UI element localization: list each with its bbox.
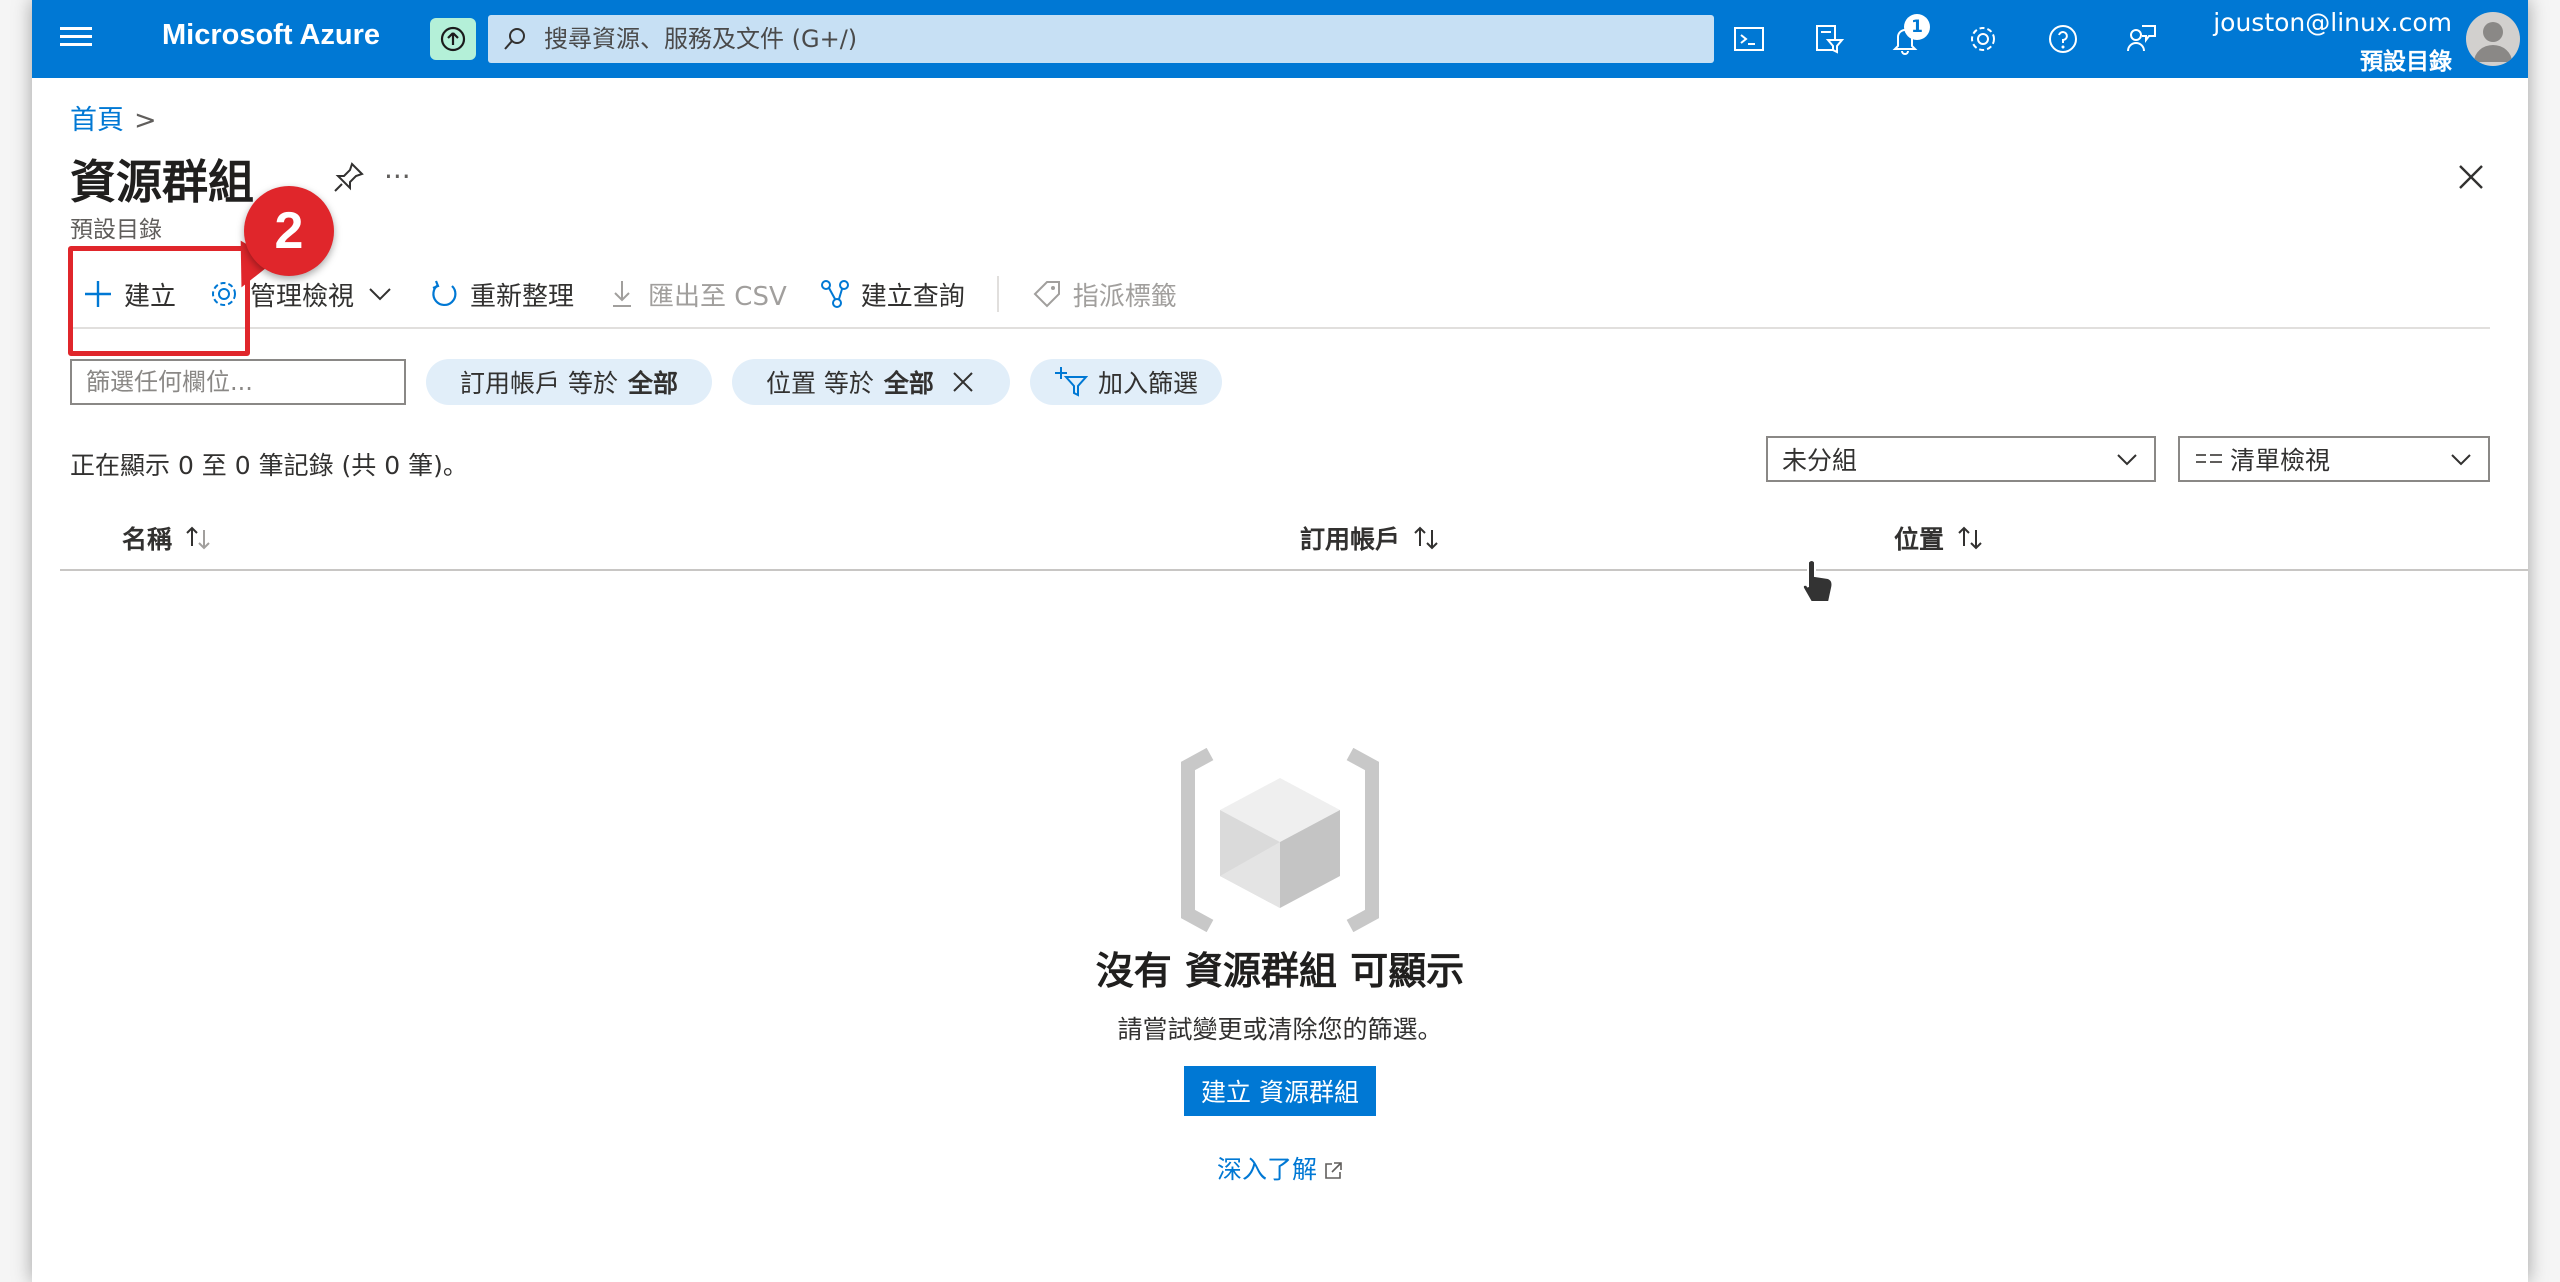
- chevron-down-icon: [2451, 454, 2471, 466]
- filter-row: 訂用帳戶 等於全部 位置 等於全部 加入篩選: [70, 358, 1242, 406]
- search-input[interactable]: [544, 25, 1644, 53]
- notification-badge: 1: [1904, 14, 1930, 40]
- column-header-label: 位置: [1894, 525, 1945, 554]
- subscription-filter-pill[interactable]: 訂用帳戶 等於 全部: [426, 359, 712, 405]
- column-header-label: 訂用帳戶: [1300, 525, 1401, 554]
- create-resource-group-button[interactable]: 建立 資源群組: [1184, 1066, 1376, 1116]
- sort-icon: [1414, 526, 1438, 550]
- open-query-label: 建立查詢: [860, 281, 965, 312]
- grouping-select-value: 未分組: [1782, 446, 1858, 475]
- add-filter-button[interactable]: 加入篩選: [1029, 359, 1222, 405]
- page-title: 資源群組: [70, 155, 254, 209]
- table-header-divider: [60, 569, 2528, 571]
- upgrade-icon[interactable]: [430, 18, 476, 60]
- subscription-filter-value: 全部: [627, 369, 678, 398]
- feedback-icon[interactable]: [2120, 18, 2162, 60]
- remove-filter-icon[interactable]: [950, 369, 976, 395]
- column-header-subscription[interactable]: 訂用帳戶: [1300, 520, 1444, 556]
- add-filter-icon: [1054, 367, 1088, 397]
- cloud-shell-icon[interactable]: [1728, 18, 1770, 60]
- location-filter-pill[interactable]: 位置 等於 全部: [731, 359, 1010, 405]
- sort-icon: [1958, 526, 1982, 550]
- top-bar: Microsoft Azure 1 jouston@linux.com 預設目錄: [32, 0, 2528, 78]
- subscription-filter-label: 訂用帳戶 等於: [460, 369, 618, 398]
- assign-tags-label: 指派標籤: [1072, 281, 1177, 312]
- empty-state-title: 沒有 資源群組 可顯示: [1095, 949, 1465, 993]
- chevron-down-icon: [2117, 454, 2137, 466]
- global-search[interactable]: [488, 15, 1714, 63]
- user-email[interactable]: jouston@linux.com: [2213, 8, 2452, 37]
- open-query-button[interactable]: 建立查詢: [819, 276, 965, 313]
- column-header-location[interactable]: 位置: [1894, 520, 1988, 556]
- refresh-icon: [432, 280, 457, 307]
- column-header-name[interactable]: 名稱: [122, 520, 216, 556]
- download-icon: [613, 281, 632, 307]
- breadcrumb-home-link[interactable]: 首頁: [70, 105, 124, 136]
- refresh-label: 重新整理: [470, 281, 575, 312]
- hand-cursor-icon: [1801, 559, 1834, 603]
- directory-filter-icon[interactable]: [1808, 18, 1850, 60]
- export-csv-label: 匯出至 CSV: [648, 281, 787, 312]
- manage-view-label: 管理檢視: [250, 281, 355, 312]
- empty-state-subtitle: 請嘗試變更或清除您的篩選。: [1117, 1015, 1443, 1044]
- external-link-icon: [1325, 1162, 1342, 1179]
- view-select-value: 清單檢視: [2230, 446, 2331, 475]
- toolbar-divider-line: [70, 327, 2490, 329]
- record-count-text: 正在顯示 0 至 0 筆記錄 (共 0 筆)。: [70, 451, 468, 480]
- resource-group-empty-icon: [1181, 748, 1379, 932]
- annotation-highlight-box: [68, 246, 250, 356]
- avatar[interactable]: [2466, 12, 2520, 66]
- query-icon: [820, 280, 849, 308]
- learn-more-link[interactable]: 深入了解: [32, 1150, 2528, 1186]
- search-icon: [504, 28, 525, 50]
- close-icon[interactable]: [2454, 160, 2488, 194]
- location-filter-label: 位置 等於: [765, 369, 874, 398]
- toolbar-divider: [996, 276, 999, 312]
- tag-icon: [1033, 281, 1060, 308]
- annotation-step-badge: 2: [244, 186, 334, 276]
- user-directory[interactable]: 預設目錄: [2360, 42, 2452, 76]
- breadcrumb: 首頁 >: [70, 98, 157, 137]
- brand-title[interactable]: Microsoft Azure: [162, 19, 380, 52]
- learn-more-label: 深入了解: [1216, 1155, 1317, 1184]
- location-filter-value: 全部: [883, 369, 934, 398]
- page-subtitle: 預設目錄: [70, 217, 162, 243]
- more-options-icon[interactable]: ···: [384, 160, 411, 193]
- column-header-label: 名稱: [122, 525, 173, 554]
- chevron-right-icon: >: [134, 105, 157, 136]
- list-view-icon: [2196, 454, 2222, 463]
- chevron-down-icon: [369, 288, 391, 301]
- refresh-button[interactable]: 重新整理: [428, 276, 574, 313]
- notifications-bell-icon[interactable]: 1: [1884, 14, 1930, 60]
- help-icon[interactable]: [2042, 18, 2084, 60]
- assign-tags-button[interactable]: 指派標籤: [1031, 276, 1177, 313]
- settings-gear-icon[interactable]: [1962, 18, 2004, 60]
- export-csv-button[interactable]: 匯出至 CSV: [606, 276, 787, 313]
- view-select[interactable]: 清單檢視: [2178, 436, 2490, 482]
- sort-icon: [186, 526, 210, 550]
- hamburger-menu-icon[interactable]: [60, 22, 92, 54]
- add-filter-label: 加入篩選: [1097, 369, 1198, 398]
- azure-portal-window: Microsoft Azure 1 jouston@linux.com 預設目錄: [32, 0, 2528, 1282]
- grouping-select[interactable]: 未分組: [1766, 436, 2156, 482]
- pin-icon[interactable]: [332, 160, 366, 194]
- filter-field-input[interactable]: [70, 359, 406, 405]
